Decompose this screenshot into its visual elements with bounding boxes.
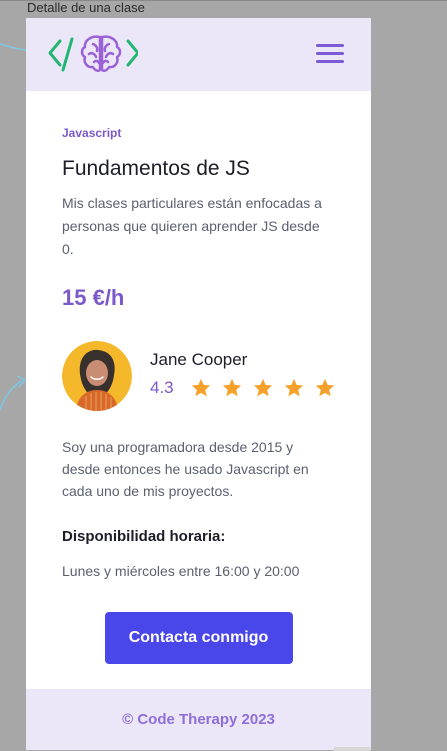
star-icon <box>284 378 303 397</box>
class-detail-content: Javascript Fundamentos de JS Mis clases … <box>26 126 371 664</box>
footer-copyright: © Code Therapy 2023 <box>122 711 275 728</box>
app-header <box>26 18 371 91</box>
availability-title: Disponibilidad horaria: <box>62 528 226 545</box>
availability-text: Lunes y miércoles entre 16:00 y 20:00 <box>62 563 300 579</box>
teacher-rating: 4.3 <box>150 377 345 399</box>
star-icon <box>253 378 272 397</box>
teacher-bio: Soy una programadora desde 2015 y desde … <box>62 439 309 499</box>
star-icon <box>191 378 210 397</box>
star-icon <box>222 378 241 397</box>
price-label: 15 €/h <box>62 285 125 310</box>
contact-button[interactable]: Contacta conmigo <box>104 612 293 664</box>
class-detail-screen: Javascript Fundamentos de JS Mis clases … <box>26 18 371 750</box>
category-label: Javascript <box>62 126 122 140</box>
teacher-card: Jane Cooper 4.3 <box>62 341 335 411</box>
star-icon <box>315 378 334 397</box>
brain-code-logo-icon[interactable] <box>48 34 140 74</box>
teacher-name: Jane Cooper <box>150 350 248 369</box>
canvas-stub <box>334 747 370 751</box>
canvas-frame-label: Detalle de una clase <box>27 0 145 15</box>
rating-stars <box>190 377 345 399</box>
teacher-avatar-icon <box>62 341 132 411</box>
menu-line <box>316 52 344 55</box>
page-title: Fundamentos de JS <box>62 157 250 180</box>
rating-value: 4.3 <box>150 378 174 397</box>
app-footer: © Code Therapy 2023 <box>26 689 371 750</box>
teacher-info: Jane Cooper 4.3 <box>150 341 345 399</box>
menu-line <box>316 44 344 47</box>
class-description: Mis clases particulares están enfocadas … <box>62 195 322 257</box>
menu-line <box>316 60 344 63</box>
hamburger-menu-icon[interactable] <box>316 44 344 64</box>
